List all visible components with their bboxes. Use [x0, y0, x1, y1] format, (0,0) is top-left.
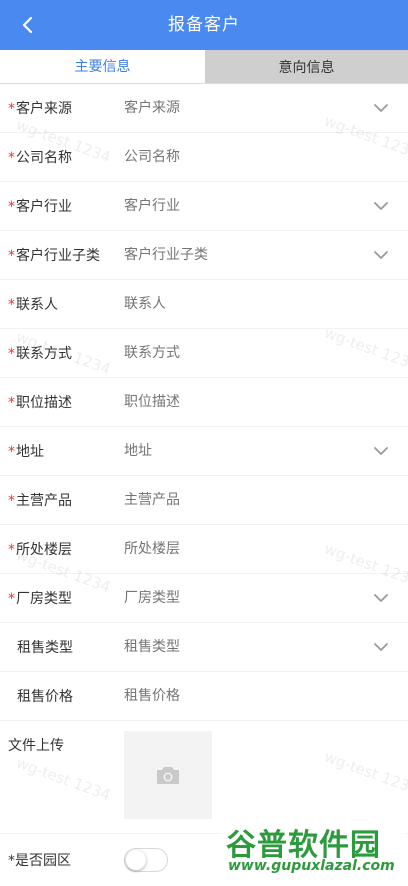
- field-label-wrap: *客户来源: [8, 98, 118, 118]
- logo-url: www.gupuxlazal.com: [228, 858, 395, 874]
- field-input[interactable]: [124, 541, 364, 557]
- field-select[interactable]: [124, 100, 364, 116]
- form-row: *所处楼层: [0, 525, 408, 574]
- form-row: *厂房类型: [0, 574, 408, 623]
- camera-icon: [157, 767, 179, 784]
- form-row: *主营产品: [0, 476, 408, 525]
- field-select[interactable]: [124, 247, 364, 263]
- field-input[interactable]: [124, 492, 364, 508]
- required-mark: *: [8, 346, 15, 362]
- file-upload-button[interactable]: [124, 731, 212, 819]
- chevron-down-icon[interactable]: [372, 246, 390, 264]
- chevron-down-icon[interactable]: [372, 638, 390, 656]
- chevron-down-icon[interactable]: [372, 442, 390, 460]
- field-label-wrap: *厂房类型: [8, 588, 118, 608]
- chevron-down-icon[interactable]: [372, 99, 390, 117]
- form-row: *联系人: [0, 280, 408, 329]
- page-title: 报备客户: [168, 15, 240, 35]
- tab-main-info[interactable]: 主要信息: [0, 50, 205, 83]
- tab-bar: 主要信息 意向信息: [0, 50, 408, 84]
- field-label-wrap: *客户行业: [8, 196, 118, 216]
- field-label: 客户来源: [16, 101, 72, 117]
- required-mark: *: [8, 101, 15, 117]
- field-label: 地址: [16, 444, 44, 460]
- required-mark: *: [8, 591, 15, 607]
- form-row: 租售类型: [0, 623, 408, 672]
- required-mark: *: [8, 395, 15, 411]
- field-label: 职位描述: [16, 395, 72, 411]
- field-label-wrap: *联系方式: [8, 343, 118, 363]
- required-mark: *: [8, 853, 15, 869]
- required-mark: *: [8, 248, 15, 264]
- required-mark: *: [8, 542, 15, 558]
- field-label-wrap: *主营产品: [8, 490, 118, 510]
- required-mark: *: [8, 444, 15, 460]
- field-input[interactable]: [124, 345, 364, 361]
- toggle-knob: [126, 850, 146, 870]
- site-logo: 谷普软件园 www.gupuxlazal.com: [222, 818, 406, 880]
- file-upload-label: 文件上传: [8, 738, 64, 754]
- field-label-wrap: *公司名称: [8, 147, 118, 167]
- field-label-wrap: *地址: [8, 441, 118, 461]
- form-row: *职位描述: [0, 378, 408, 427]
- required-mark: *: [8, 493, 15, 509]
- field-label-wrap: *所处楼层: [8, 539, 118, 559]
- field-input[interactable]: [124, 296, 364, 312]
- field-label: 厂房类型: [16, 591, 72, 607]
- field-label-wrap: *联系人: [8, 294, 118, 314]
- field-select[interactable]: [124, 198, 364, 214]
- field-select[interactable]: [124, 443, 364, 459]
- form-row: *客户行业子类: [0, 231, 408, 280]
- field-label: 主营产品: [16, 493, 72, 509]
- required-mark: *: [8, 297, 15, 313]
- chevron-down-icon[interactable]: [372, 589, 390, 607]
- app-header: 报备客户: [0, 0, 408, 50]
- customer-form: *客户来源*公司名称*客户行业*客户行业子类*联系人*联系方式*职位描述*地址*…: [0, 84, 408, 886]
- field-input[interactable]: [124, 394, 364, 410]
- form-row: *公司名称: [0, 133, 408, 182]
- field-label: 联系方式: [16, 346, 72, 362]
- form-row: *地址: [0, 427, 408, 476]
- form-row: 租售价格: [0, 672, 408, 721]
- required-mark: *: [8, 150, 15, 166]
- field-label: 客户行业子类: [16, 248, 100, 264]
- field-label: 租售价格: [17, 689, 73, 705]
- field-label: 所处楼层: [16, 542, 72, 558]
- field-label-wrap: *客户行业子类: [8, 245, 118, 265]
- form-row: *联系方式: [0, 329, 408, 378]
- tab-intent-info[interactable]: 意向信息: [205, 50, 408, 83]
- park-toggle[interactable]: [124, 848, 168, 872]
- field-label-wrap: 租售类型: [8, 637, 118, 657]
- field-select[interactable]: [124, 639, 364, 655]
- chevron-down-icon[interactable]: [372, 197, 390, 215]
- field-label: 租售类型: [17, 640, 73, 656]
- form-row: *客户行业: [0, 182, 408, 231]
- park-label: 是否园区: [15, 853, 71, 869]
- field-input[interactable]: [124, 149, 364, 165]
- field-select[interactable]: [124, 590, 364, 606]
- field-label-wrap: 租售价格: [8, 686, 118, 706]
- field-label-wrap: *职位描述: [8, 392, 118, 412]
- field-label: 公司名称: [16, 150, 72, 166]
- form-row: *客户来源: [0, 84, 408, 133]
- field-label: 联系人: [16, 297, 58, 313]
- field-input[interactable]: [124, 688, 364, 704]
- required-mark: *: [8, 199, 15, 215]
- field-label: 客户行业: [16, 199, 72, 215]
